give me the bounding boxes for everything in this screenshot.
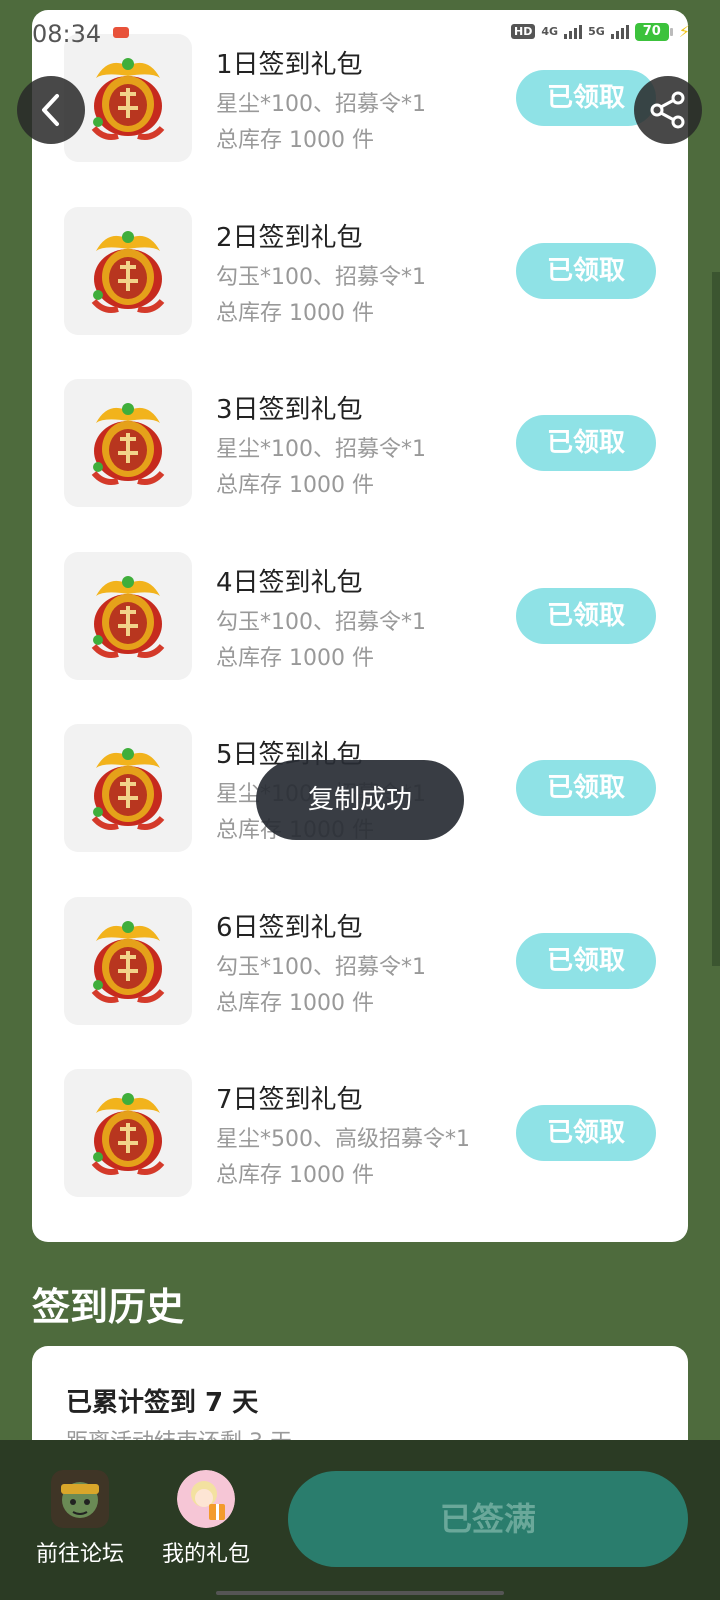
claimed-button[interactable]: 已领取 — [516, 415, 656, 471]
gift-title: 7日签到礼包 — [216, 1085, 363, 1115]
gift-thumbnail — [64, 1069, 192, 1197]
status-indicators: HD 4G 5G 70 ⚡ — [511, 22, 690, 41]
gift-description: 星尘*500、高级招募令*1 — [216, 1127, 470, 1152]
recruit-token-icon — [80, 393, 176, 493]
my-gifts-label: 我的礼包 — [161, 1542, 250, 1567]
copy-success-toast: 复制成功 — [256, 760, 464, 840]
signal-icon — [564, 24, 583, 39]
gift-item: 3日签到礼包 星尘*100、招募令*1 总库存 1000 件 已领取 — [32, 379, 688, 507]
gift-stock: 总库存 1000 件 — [216, 300, 374, 326]
signed-full-button[interactable]: 已签满 — [288, 1471, 688, 1567]
claimed-button[interactable]: 已领取 — [516, 760, 656, 816]
claimed-button[interactable]: 已领取 — [516, 1105, 656, 1161]
gift-description: 勾玉*100、招募令*1 — [216, 609, 426, 635]
claimed-button[interactable]: 已领取 — [516, 242, 656, 299]
network-5g-label: 5G — [588, 25, 605, 38]
gift-description: 星尘*100、招募令*1 — [216, 92, 426, 117]
gift-description: 星尘*100、招募令*1 — [216, 437, 426, 462]
gift-list-card: 1日签到礼包 星尘*100、招募令*1 总库存 1000 件 已领取 2日签到礼… — [32, 10, 688, 1242]
scrollbar[interactable] — [712, 272, 720, 966]
bottom-bar: 前往论坛 我的礼包 已签满 — [0, 1440, 720, 1600]
charging-icon: ⚡ — [678, 22, 690, 41]
gift-title: 4日签到礼包 — [216, 567, 363, 598]
forum-nav-item[interactable]: 前往论坛 — [25, 1470, 135, 1568]
gift-stock: 总库存 1000 件 — [216, 1163, 374, 1188]
gift-stock: 总库存 1000 件 — [216, 990, 374, 1016]
page: 08:34 HD 4G 5G 70 ⚡ 1日签到礼包 星尘*100、招募令*1 … — [0, 0, 720, 1600]
my-gifts-nav-item[interactable]: 我的礼包 — [151, 1470, 261, 1568]
gift-description: 勾玉*100、招募令*1 — [216, 954, 426, 980]
status-bar: 08:34 HD 4G 5G 70 ⚡ — [0, 0, 720, 70]
game-notification-icon — [113, 27, 129, 38]
gift-stock: 总库存 1000 件 — [216, 645, 374, 671]
history-title: 签到历史 — [32, 1285, 185, 1329]
gift-title: 6日签到礼包 — [216, 912, 363, 943]
gift-thumbnail — [64, 206, 192, 335]
share-button[interactable] — [634, 76, 702, 144]
forum-label: 前往论坛 — [35, 1542, 124, 1567]
chevron-left-icon — [42, 94, 59, 126]
back-button[interactable] — [17, 76, 85, 144]
recruit-token-icon — [80, 738, 176, 838]
hd-icon: HD — [511, 24, 536, 39]
gift-item: 4日签到礼包 勾玉*100、招募令*1 总库存 1000 件 已领取 — [32, 551, 688, 680]
battery-icon: 70 — [634, 22, 673, 41]
forum-icon — [51, 1470, 109, 1528]
gift-thumbnail — [64, 551, 192, 680]
history-total: 已累计签到 7 天 — [66, 1388, 259, 1418]
gift-item: 6日签到礼包 勾玉*100、招募令*1 总库存 1000 件 已领取 — [32, 896, 688, 1025]
gift-thumbnail — [64, 896, 192, 1025]
share-icon — [650, 91, 685, 129]
recruit-token-icon — [80, 566, 176, 666]
gift-description: 勾玉*100、招募令*1 — [216, 264, 426, 290]
recruit-token-icon — [80, 221, 176, 321]
status-time: 08:34 — [32, 20, 102, 48]
gift-thumbnail — [64, 724, 192, 852]
network-4g-label: 4G — [541, 25, 559, 38]
recruit-token-icon — [80, 1083, 176, 1183]
gift-item: 7日签到礼包 星尘*500、高级招募令*1 总库存 1000 件 已领取 — [32, 1069, 688, 1197]
claimed-button[interactable]: 已领取 — [516, 587, 656, 644]
gift-stock: 总库存 1000 件 — [216, 473, 374, 498]
gift-stock: 总库存 1000 件 — [216, 128, 374, 153]
claimed-button[interactable]: 已领取 — [516, 932, 656, 989]
signal-icon-2 — [610, 24, 629, 39]
recruit-token-icon — [80, 911, 176, 1011]
gift-title: 2日签到礼包 — [216, 222, 363, 253]
gift-title: 3日签到礼包 — [216, 395, 363, 425]
gift-thumbnail — [64, 379, 192, 507]
my-gifts-icon — [177, 1470, 235, 1528]
home-indicator — [216, 1591, 504, 1595]
gift-item: 2日签到礼包 勾玉*100、招募令*1 总库存 1000 件 已领取 — [32, 206, 688, 335]
